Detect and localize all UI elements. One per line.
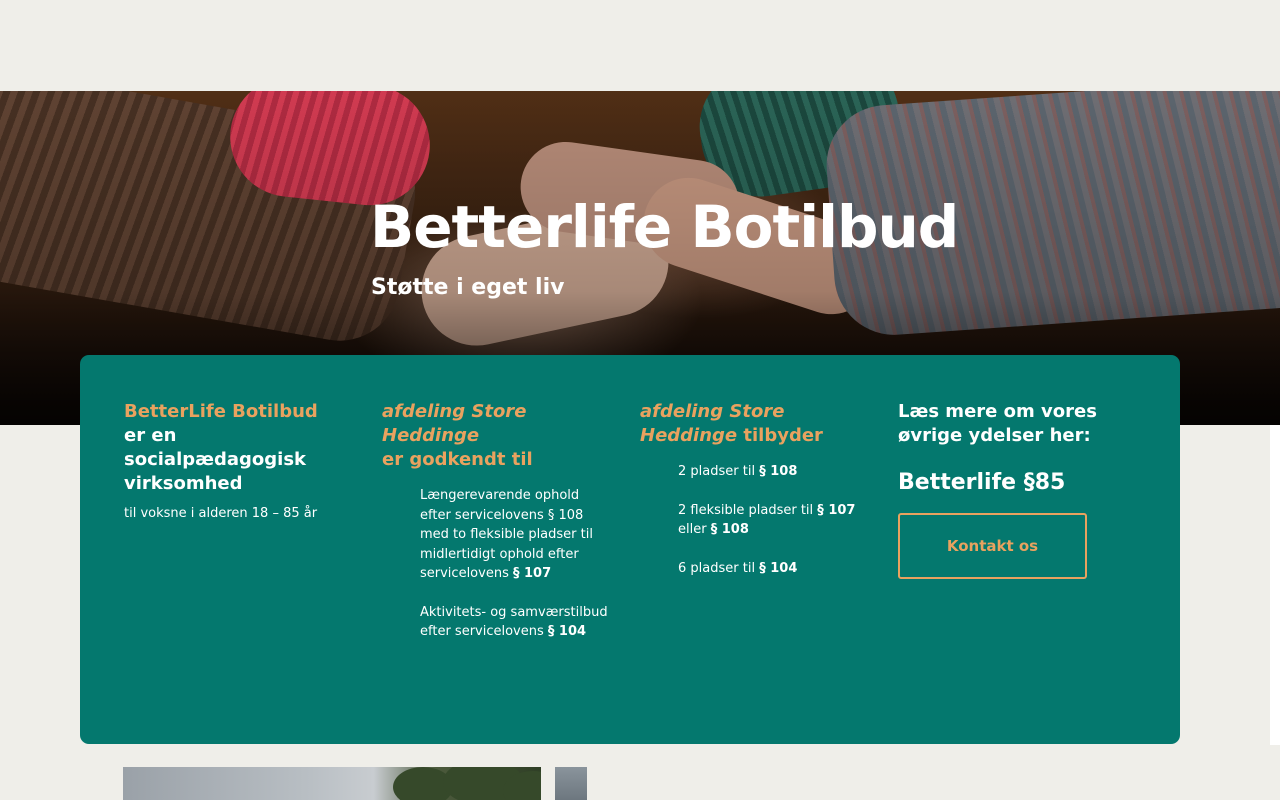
- list-item-paragraph: § 104: [547, 624, 587, 639]
- list-item: Aktivitets- og samværstilbud efter servi…: [420, 603, 612, 642]
- list-item-paragraph: § 104: [759, 560, 798, 576]
- list-item: 2 pladser til § 108: [678, 462, 870, 482]
- more-column: Læs mere om vores øvrige ydelser her: Be…: [898, 400, 1138, 579]
- hero-title: Betterlife Botilbud: [370, 193, 959, 261]
- list-item: 2 fleksible pladser til § 107 eller § 10…: [678, 501, 870, 540]
- approved-list: Længerevarende ophold efter serviceloven…: [420, 486, 612, 642]
- hero-subtitle: Støtte i eget liv: [371, 275, 565, 300]
- gallery-image[interactable]: [555, 767, 587, 800]
- offers-heading-text: tilbyder: [743, 425, 823, 446]
- page-edge: [1270, 425, 1280, 745]
- list-item-paragraph: § 108: [710, 522, 749, 537]
- top-header-bar: [0, 0, 1280, 91]
- contact-button[interactable]: Kontakt os: [898, 513, 1087, 579]
- offers-column: afdeling Store Heddinge tilbyder 2 plads…: [640, 400, 870, 597]
- info-card: BetterLife Botilbud er en socialpædagogi…: [80, 355, 1180, 744]
- intro-column: BetterLife Botilbud er en socialpædagogi…: [124, 400, 344, 523]
- list-item-paragraph: § 108: [759, 464, 798, 479]
- approved-heading: afdeling Store Heddinge er godkendt til: [382, 400, 612, 472]
- gallery-image[interactable]: [123, 767, 541, 800]
- list-item-text: 6 pladser til: [678, 560, 756, 576]
- list-item-text: 2 pladser til: [678, 464, 756, 479]
- age-note: til voksne i alderen 18 – 85 år: [124, 506, 318, 521]
- intro-heading: BetterLife Botilbud er en socialpædagogi…: [124, 400, 344, 496]
- list-item-paragraph: § 107: [512, 566, 552, 581]
- approved-column: afdeling Store Heddinge er godkendt til …: [382, 400, 612, 661]
- intro-heading-text: er: [124, 425, 146, 446]
- offers-list: 2 pladser til § 108 2 fleksible pladser …: [678, 462, 870, 578]
- betterlife-85-link[interactable]: Betterlife §85: [898, 470, 1138, 495]
- list-item-text: eller: [678, 522, 707, 537]
- approved-heading-text: er godkendt til: [382, 449, 533, 470]
- offers-heading: afdeling Store Heddinge tilbyder: [640, 400, 870, 448]
- intro-heading-text: en socialpædagogisk virksomhed: [124, 425, 307, 494]
- more-heading: Læs mere om vores øvrige ydelser her:: [898, 401, 1097, 446]
- list-item-text: 2 fleksible pladser til: [678, 502, 814, 518]
- department-name: afdeling Store Heddinge: [382, 401, 527, 446]
- brand-name: BetterLife Botilbud: [124, 401, 318, 422]
- list-item: 6 pladser til § 104: [678, 559, 870, 579]
- list-item-paragraph: § 107: [817, 502, 856, 518]
- list-item: Længerevarende ophold efter serviceloven…: [420, 486, 612, 584]
- list-item-text: Længerevarende ophold efter serviceloven…: [420, 488, 593, 581]
